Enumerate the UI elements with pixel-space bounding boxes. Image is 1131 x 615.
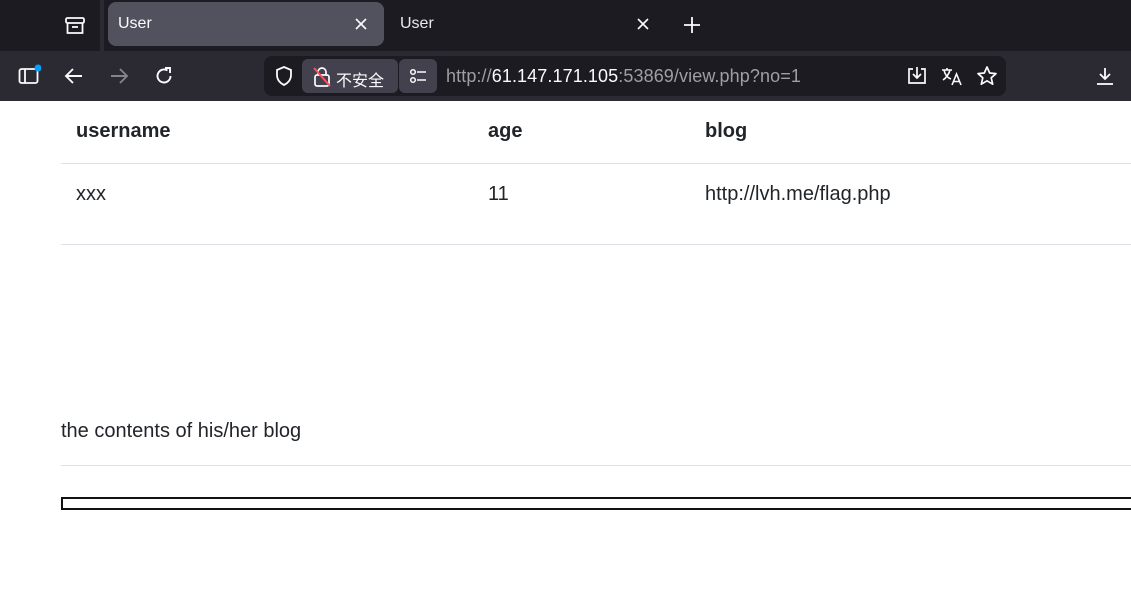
url-text[interactable]: http://61.147.171.105:53869/view.php?no=… bbox=[446, 66, 801, 87]
column-header-age: age bbox=[473, 101, 690, 164]
address-bar[interactable]: 不安全 http://61.147.171.105:53869/view.php… bbox=[264, 56, 1006, 96]
tab-inactive[interactable]: User bbox=[390, 2, 666, 46]
not-secure-label: 不安全 bbox=[336, 71, 385, 90]
blog-iframe[interactable] bbox=[61, 497, 1131, 510]
navigation-toolbar: 不安全 http://61.147.171.105:53869/view.php… bbox=[0, 51, 1131, 101]
tab-strip-divider bbox=[100, 0, 104, 51]
tab-strip: User User bbox=[0, 0, 1131, 51]
bookmark-star-icon[interactable] bbox=[975, 64, 999, 88]
save-page-icon[interactable] bbox=[905, 64, 929, 88]
url-scheme: http:// bbox=[446, 66, 492, 86]
translate-icon[interactable] bbox=[940, 64, 964, 88]
blog-contents-caption: the contents of his/her blog bbox=[61, 420, 302, 442]
table-header-row: username age blog bbox=[61, 101, 1131, 164]
url-host: 61.147.171.105 bbox=[491, 66, 619, 86]
forward-arrow-icon[interactable] bbox=[107, 64, 131, 88]
reload-icon[interactable] bbox=[152, 64, 176, 88]
tab-active[interactable]: User bbox=[108, 2, 384, 46]
tab-manager-icon[interactable] bbox=[50, 0, 100, 51]
divider bbox=[61, 465, 1131, 466]
close-icon[interactable] bbox=[634, 15, 652, 33]
page-content: username age blog xxx 11 http://lvh.me/f… bbox=[0, 101, 1131, 615]
cell-age: 11 bbox=[473, 163, 690, 245]
new-tab-icon[interactable] bbox=[680, 13, 704, 37]
column-header-blog: blog bbox=[690, 101, 1131, 164]
cell-blog: http://lvh.me/flag.php bbox=[690, 163, 1131, 245]
cell-username: xxx bbox=[61, 163, 473, 245]
site-info-button[interactable]: 不安全 bbox=[302, 59, 398, 93]
table-row: xxx 11 http://lvh.me/flag.php bbox=[61, 163, 1131, 245]
user-table: username age blog xxx 11 http://lvh.me/f… bbox=[61, 101, 1131, 245]
permissions-icon[interactable] bbox=[399, 59, 437, 93]
close-icon[interactable] bbox=[352, 15, 370, 33]
sidebar-toggle-icon[interactable] bbox=[17, 64, 41, 88]
url-path: :53869/view.php?no=1 bbox=[618, 66, 801, 86]
tab-label: User bbox=[400, 15, 434, 32]
column-header-username: username bbox=[61, 101, 473, 164]
back-arrow-icon[interactable] bbox=[62, 64, 86, 88]
insecure-lock-icon bbox=[312, 66, 332, 92]
tab-label: User bbox=[118, 15, 152, 32]
shield-icon[interactable] bbox=[272, 64, 296, 88]
downloads-icon[interactable] bbox=[1093, 64, 1117, 88]
